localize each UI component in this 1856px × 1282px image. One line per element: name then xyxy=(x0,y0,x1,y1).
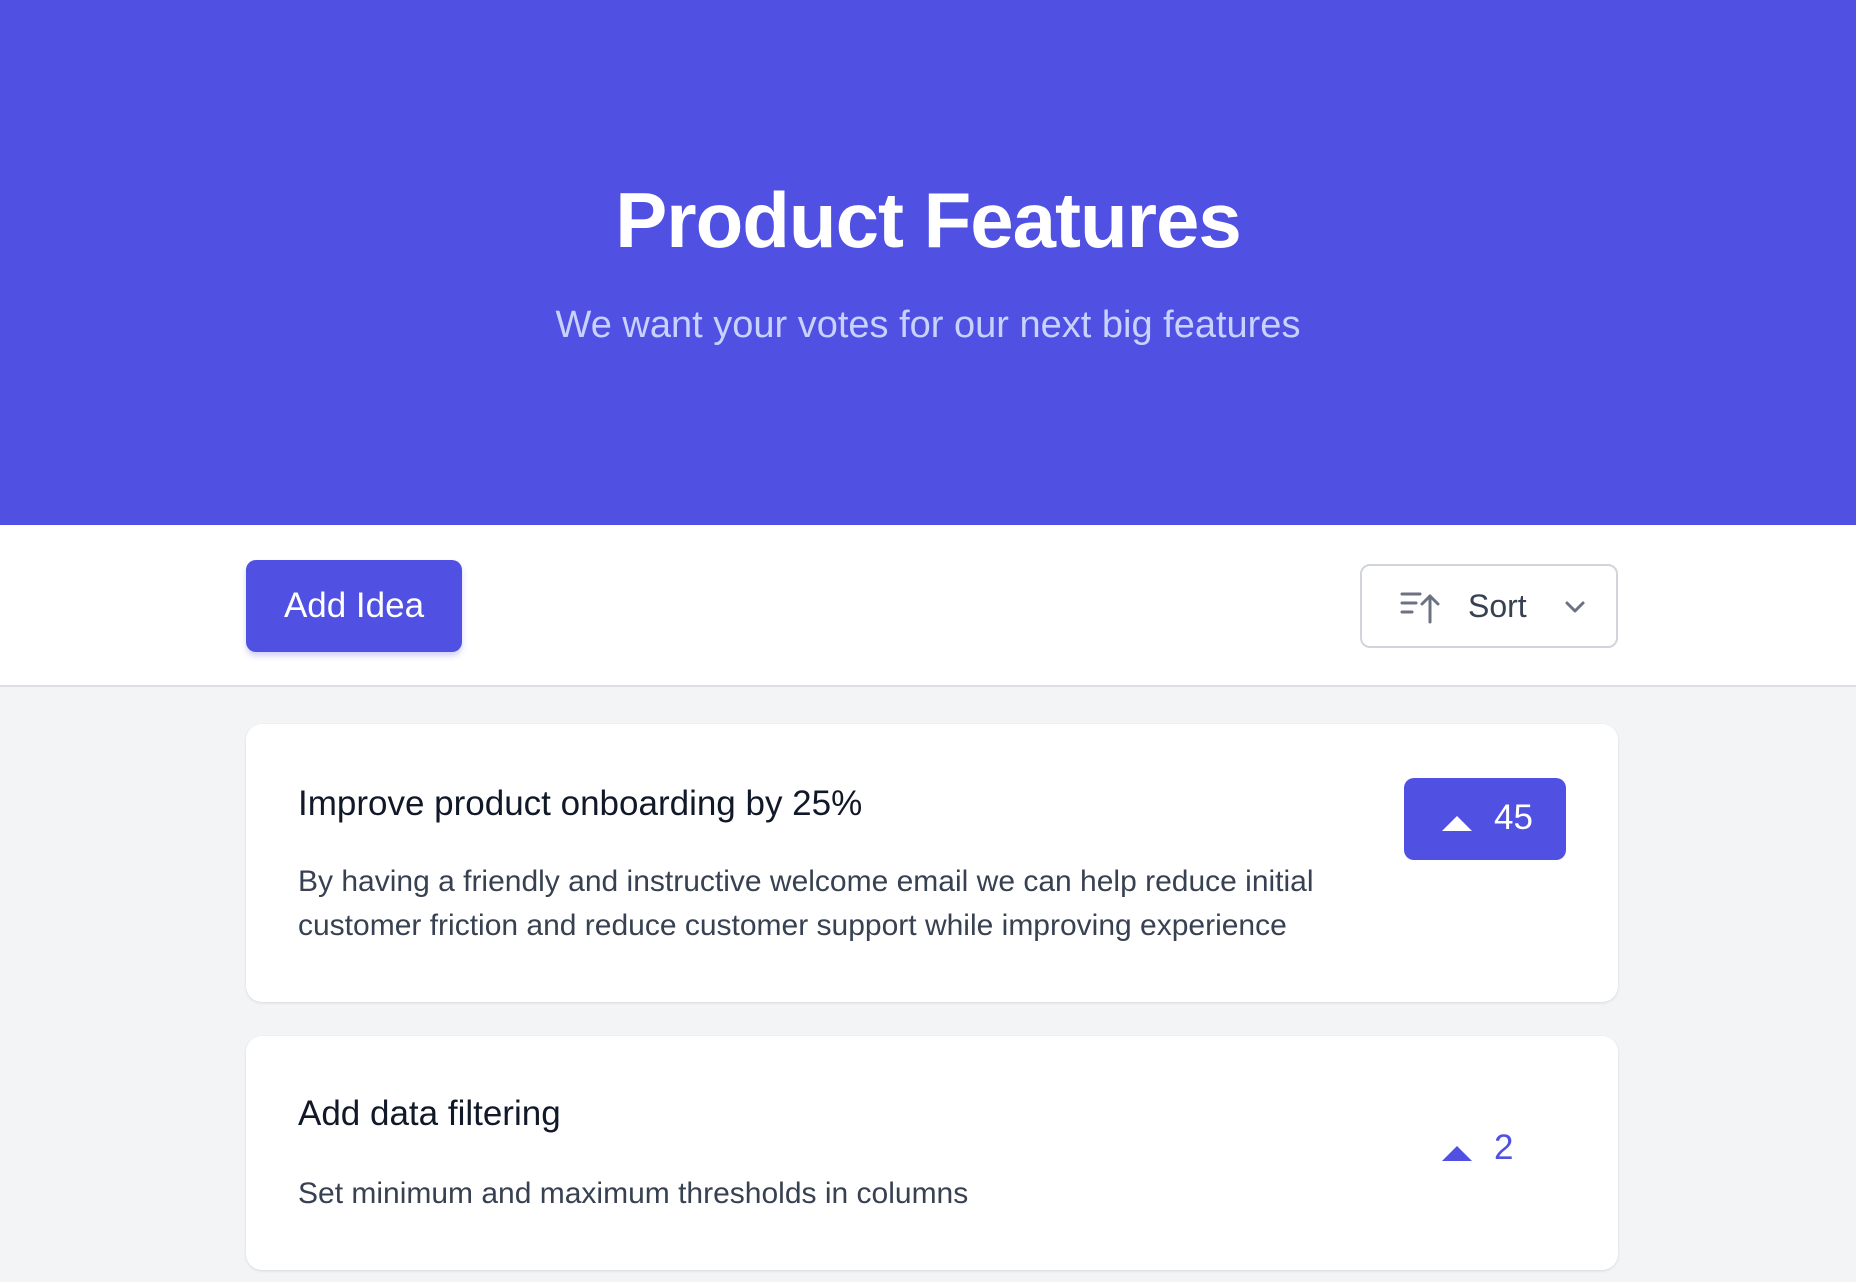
page-title: Product Features xyxy=(615,176,1241,264)
page-subtitle: We want your votes for our next big feat… xyxy=(555,304,1301,346)
upvote-arrow-icon xyxy=(1442,816,1472,831)
feature-description: Set minimum and maximum thresholds in co… xyxy=(298,1177,969,1210)
upvote-button[interactable]: 2 xyxy=(1404,1108,1566,1190)
feature-description: By having a friendly and instructive wel… xyxy=(298,865,1314,942)
sort-button[interactable]: Sort xyxy=(1360,564,1618,648)
feature-title: Improve product onboarding by 25% xyxy=(298,784,863,823)
feature-card: Add data filtering Set minimum and maxim… xyxy=(246,1036,1618,1270)
vote-count: 45 xyxy=(1494,798,1533,837)
chevron-down-icon xyxy=(1565,601,1585,613)
toolbar: Add Idea Sort xyxy=(0,525,1856,687)
feature-title: Add data filtering xyxy=(298,1094,561,1133)
add-idea-button[interactable]: Add Idea xyxy=(246,560,462,652)
vote-count: 2 xyxy=(1494,1128,1514,1167)
sort-label: Sort xyxy=(1468,588,1527,624)
sort-ascending-icon xyxy=(1400,592,1440,624)
upvote-arrow-icon xyxy=(1442,1146,1472,1161)
feature-card: Improve product onboarding by 25% By hav… xyxy=(246,724,1618,1002)
hero-banner: Product Features We want your votes for … xyxy=(0,0,1856,525)
upvote-button[interactable]: 45 xyxy=(1404,778,1566,860)
